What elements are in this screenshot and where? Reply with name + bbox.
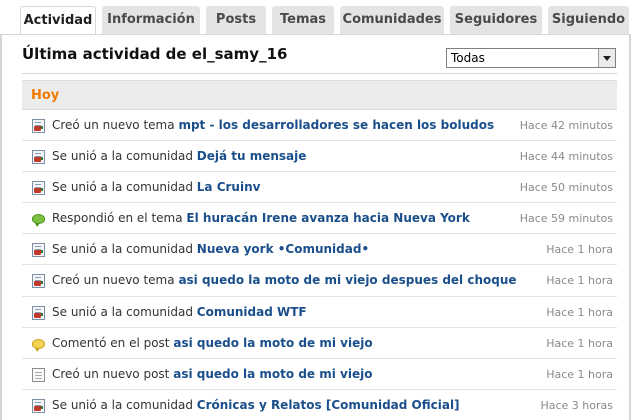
activity-link[interactable]: asi quedo la moto de mi viejo [173, 367, 372, 381]
activity-timestamp: Hace 3 horas [540, 398, 613, 412]
activity-timestamp: Hace 1 hora [546, 336, 613, 350]
activity-row: Se unió a la comunidad Comunidad WTF Hace… [22, 297, 617, 328]
activity-action: Creó un nuevo tema [52, 273, 175, 288]
activity-action: Comentó en el post [52, 335, 170, 350]
document-icon [32, 398, 45, 413]
tab-posts[interactable]: Posts [206, 6, 266, 34]
activity-action: Se unió a la comunidad [52, 180, 193, 195]
activity-text: Se unió a la comunidad Nueva york •Comun… [52, 242, 369, 256]
activity-action: Se unió a la comunidad [52, 149, 193, 164]
tab-comunidades[interactable]: Comunidades [340, 6, 444, 34]
header-divider [22, 73, 617, 74]
document-icon [32, 150, 45, 165]
activity-text: Se unió a la comunidad Dejá tu mensaje [52, 149, 306, 163]
activity-text: Se unió a la comunidad Comunidad WTF [52, 305, 307, 319]
tab-temas[interactable]: Temas [272, 6, 334, 34]
activity-action: Se unió a la comunidad [52, 397, 193, 412]
document-icon [32, 305, 45, 320]
activity-action: Respondió en el tema [52, 211, 183, 226]
activity-timestamp: Hace 1 hora [546, 243, 613, 257]
tab-siguiendo[interactable]: Siguiendo [548, 6, 629, 34]
activity-link[interactable]: Crónicas y Relatos [Comunidad Oficial] [197, 398, 460, 412]
document-icon [32, 119, 45, 133]
chevron-down-icon[interactable] [598, 49, 615, 67]
activity-list: Creó un nuevo tema mpt - los desarrollad… [22, 110, 617, 420]
page-title: Última actividad de el_samy_16 [22, 45, 288, 63]
activity-link[interactable]: Dejá tu mensaje [197, 149, 307, 163]
activity-row: Se unió a la comunidad Dejá tu mensaje Ha… [22, 141, 617, 173]
activity-link[interactable]: Nueva york •Comunidad• [197, 242, 369, 256]
document-icon [32, 243, 45, 258]
activity-text: Comentó en el post asi quedo la moto de … [52, 336, 373, 350]
activity-action: Creó un nuevo post [52, 366, 170, 381]
activity-row: Se unió a la comunidad Crónicas y Relato… [22, 390, 617, 420]
activity-action: Creó un nuevo tema [52, 118, 175, 132]
activity-text: Se unió a la comunidad La Cruinv [52, 180, 260, 194]
day-group-label: Hoy [31, 88, 60, 103]
activity-action: Se unió a la comunidad [52, 242, 193, 257]
activity-row: Creó un nuevo tema mpt - los desarrollad… [22, 110, 617, 142]
activity-row: Creó un nuevo tema asi quedo la moto de … [22, 265, 617, 297]
activity-timestamp: Hace 59 minutos [519, 212, 613, 226]
document-icon [32, 274, 45, 289]
activity-row: Comentó en el post asi quedo la moto de … [22, 328, 617, 359]
activity-filter-select[interactable]: Todas [446, 48, 616, 68]
activity-timestamp: Hace 1 hora [546, 274, 613, 288]
activity-filter-value: Todas [451, 51, 485, 65]
activity-timestamp: Hace 1 hora [546, 367, 613, 381]
activity-link[interactable]: mpt - los desarrolladores se hacen los b… [178, 118, 494, 132]
activity-row: Creó un nuevo post asi quedo la moto de … [22, 359, 617, 390]
tab-seguidores[interactable]: Seguidores [450, 6, 542, 34]
yellow-speech-bubble-icon [32, 338, 45, 352]
activity-timestamp: Hace 44 minutos [519, 150, 613, 164]
green-speech-bubble-icon [32, 214, 45, 228]
activity-link[interactable]: asi quedo la moto de mi viejo [173, 336, 372, 350]
activity-link[interactable]: El huracán Irene avanza hacia Nueva York [186, 211, 469, 225]
profile-tabs: Actividad Información Posts Temas Comuni… [0, 0, 631, 35]
activity-link[interactable]: Comunidad WTF [197, 305, 307, 319]
document-icon [32, 181, 45, 196]
activity-action: Se unió a la comunidad [52, 304, 193, 319]
day-group-header: Hoy [22, 80, 617, 110]
activity-link[interactable]: La Cruinv [197, 180, 261, 194]
activity-row: Se unió a la comunidad La Cruinv Hace 50 … [22, 172, 617, 204]
activity-row: Respondió en el tema El huracán Irene av… [22, 203, 617, 235]
activity-timestamp: Hace 1 hora [546, 305, 613, 319]
activity-link[interactable]: asi quedo la moto de mi viejo despues de… [178, 273, 516, 287]
activity-text: Se unió a la comunidad Crónicas y Relato… [52, 398, 460, 412]
tab-actividad[interactable]: Actividad [20, 6, 96, 35]
page-icon [32, 367, 45, 382]
activity-text: Respondió en el tema El huracán Irene av… [52, 211, 470, 225]
activity-timestamp: Hace 42 minutos [519, 119, 613, 132]
activity-text: Creó un nuevo post asi quedo la moto de … [52, 367, 372, 381]
activity-text: Creó un nuevo tema mpt - los desarrollad… [52, 118, 494, 132]
activity-timestamp: Hace 50 minutos [519, 181, 613, 195]
activity-text: Creó un nuevo tema asi quedo la moto de … [52, 273, 517, 287]
activity-row: Se unió a la comunidad Nueva york •Comun… [22, 234, 617, 266]
tab-informacion[interactable]: Información [102, 6, 200, 34]
tab-divider [0, 34, 631, 35]
